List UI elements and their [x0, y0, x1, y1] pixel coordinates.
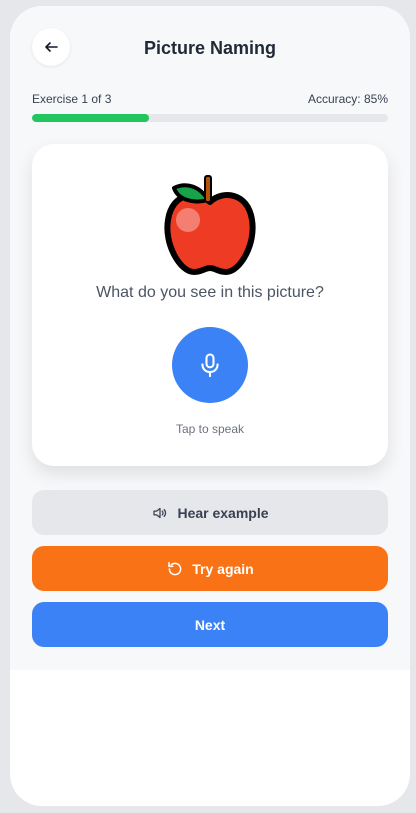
next-label: Next	[194, 616, 226, 633]
hear-example-label: Hear example	[177, 504, 269, 521]
progress-info: Exercise 1 of 3 Accuracy: 85%	[32, 92, 388, 106]
try-again-label: Try again	[192, 560, 254, 577]
speaker-icon	[153, 507, 167, 518]
rotate-ccw-icon	[168, 561, 182, 575]
tap-to-speak-label: Tap to speak	[175, 422, 245, 436]
picture-card: What do you see in this picture? Tap to …	[32, 144, 388, 466]
page-title: Picture Naming	[143, 38, 277, 58]
progress-bar	[32, 114, 388, 122]
hear-example-button[interactable]: Hear example	[32, 490, 388, 535]
try-again-button[interactable]: Try again	[32, 546, 388, 591]
phone-frame: Picture Naming Exercise 1 of 3 Accuracy:…	[10, 6, 410, 806]
microphone-icon	[201, 353, 219, 378]
exercise-screen: Picture Naming Exercise 1 of 3 Accuracy:…	[10, 6, 410, 670]
accuracy-value: Accuracy: 85%	[307, 92, 388, 106]
next-button[interactable]: Next	[32, 602, 388, 647]
exercise-counter: Exercise 1 of 3	[32, 92, 112, 106]
apple-icon	[164, 175, 256, 275]
prompt-question: What do you see in this picture?	[96, 284, 324, 301]
header: Picture Naming	[10, 6, 410, 88]
speak-button[interactable]	[172, 327, 248, 403]
progress-bar-fill	[32, 114, 150, 122]
